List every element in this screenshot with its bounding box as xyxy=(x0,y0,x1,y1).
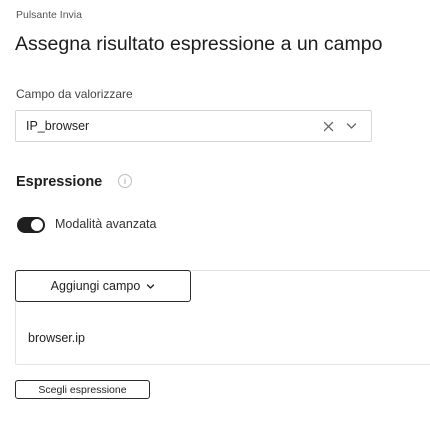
breadcrumb: Pulsante Invia xyxy=(16,9,82,21)
chevron-down-icon[interactable] xyxy=(344,119,358,133)
toggle-knob xyxy=(31,219,43,231)
target-field-value: IP_browser xyxy=(26,119,90,133)
advanced-mode-label: Modalità avanzata xyxy=(55,217,157,231)
choose-expression-button[interactable]: Scegli espressione xyxy=(15,380,150,399)
target-field-select[interactable]: IP_browser xyxy=(15,110,372,142)
expression-section-title: Espressione xyxy=(16,174,103,190)
info-icon[interactable]: i xyxy=(118,174,132,188)
target-field-label: Campo da valorizzare xyxy=(16,87,133,101)
chevron-down-icon xyxy=(146,282,155,291)
add-field-button[interactable]: Aggiungi campo xyxy=(15,270,191,302)
close-icon[interactable] xyxy=(321,119,335,133)
action-config-panel: Pulsante Invia Assegna risultato espress… xyxy=(0,0,430,433)
page-title: Assegna risultato espressione a un campo xyxy=(15,33,383,55)
expression-text[interactable]: browser.ip xyxy=(28,331,85,345)
add-field-label: Aggiungi campo xyxy=(50,279,141,293)
advanced-mode-toggle[interactable] xyxy=(17,217,45,233)
